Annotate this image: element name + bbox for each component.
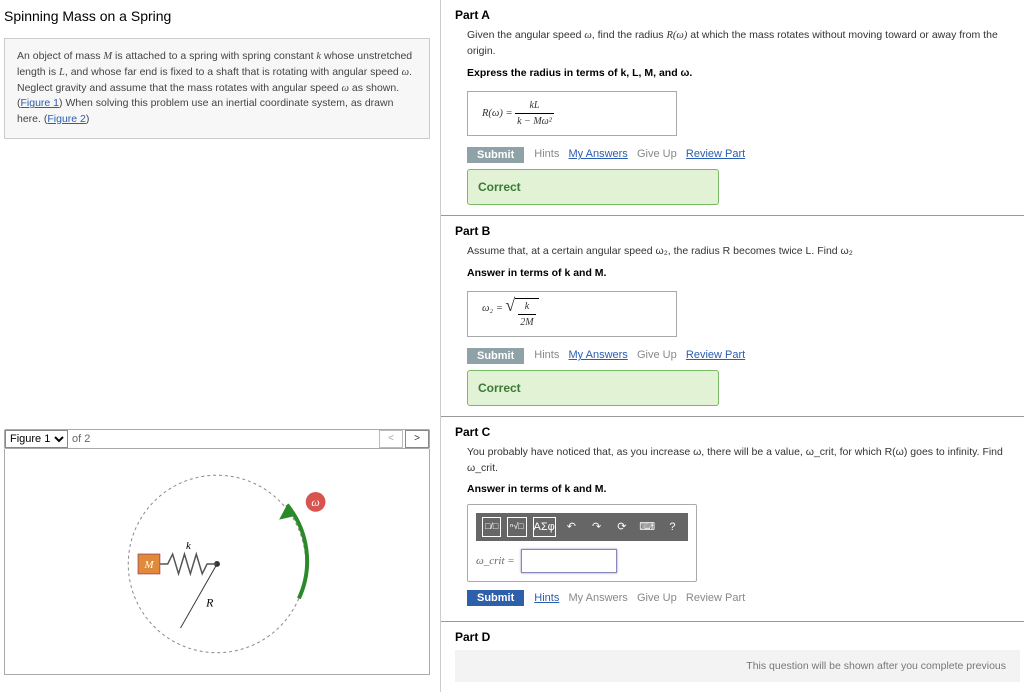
- figure-select[interactable]: Figure 1: [5, 430, 68, 448]
- figure-label-w: ω: [311, 495, 319, 509]
- part-c-label: Part C: [455, 425, 1020, 439]
- toolbar-help-button[interactable]: ?: [663, 517, 682, 537]
- figure-prev-button[interactable]: <: [379, 430, 403, 448]
- equation-toolbar: □/□ ⁿ√□ ΑΣφ ↶ ↷ ⟳ ⌨ ?: [476, 513, 688, 541]
- part-d-label: Part D: [455, 630, 1020, 644]
- toolbar-reset-button[interactable]: ⟳: [612, 517, 631, 537]
- part-b-correct: Correct: [467, 370, 719, 406]
- part-c-review-part[interactable]: Review Part: [686, 592, 745, 604]
- part-d-pending: This question will be shown after you co…: [455, 650, 1020, 682]
- toolbar-redo-button[interactable]: ↷: [587, 517, 606, 537]
- part-a-prompt: Given the angular speed ω, find the radi…: [467, 28, 1020, 60]
- figure-count: of 2: [72, 433, 90, 445]
- problem-description: An object of mass M is attached to a spr…: [4, 38, 430, 139]
- part-a-review-part[interactable]: Review Part: [686, 148, 745, 160]
- part-a-give-up[interactable]: Give Up: [637, 148, 677, 160]
- part-a-instruction: Express the radius in terms of k, L, M, …: [467, 66, 1020, 82]
- figure-2-link[interactable]: Figure 2: [47, 113, 86, 125]
- part-b-hints[interactable]: Hints: [534, 349, 559, 361]
- figure-label-M: M: [143, 559, 154, 571]
- toolbar-root-button[interactable]: ⁿ√□: [507, 517, 526, 537]
- figure-1-link[interactable]: Figure 1: [21, 97, 60, 109]
- part-c-field-label: ω_crit =: [476, 553, 515, 570]
- part-b-submit-button[interactable]: Submit: [467, 348, 524, 364]
- toolbar-keyboard-button[interactable]: ⌨: [638, 517, 657, 537]
- part-c-instruction: Answer in terms of k and M.: [467, 482, 1020, 498]
- part-b-prompt: Assume that, at a certain angular speed …: [467, 244, 1020, 260]
- part-c-give-up[interactable]: Give Up: [637, 592, 677, 604]
- part-b-answer: ω₂ = √k2M: [467, 291, 677, 337]
- figure-selector-bar: Figure 1 of 2 < >: [4, 429, 430, 449]
- page-title: Spinning Mass on a Spring: [4, 8, 430, 24]
- part-c-prompt: You probably have noticed that, as you i…: [467, 445, 1020, 477]
- part-c-input-area: □/□ ⁿ√□ ΑΣφ ↶ ↷ ⟳ ⌨ ? ω_crit =: [467, 504, 697, 582]
- part-a-hints[interactable]: Hints: [534, 148, 559, 160]
- figure-next-button[interactable]: >: [405, 430, 429, 448]
- toolbar-greek-button[interactable]: ΑΣφ: [533, 517, 556, 537]
- toolbar-undo-button[interactable]: ↶: [562, 517, 581, 537]
- part-b-label: Part B: [455, 224, 1020, 238]
- part-a-submit-button[interactable]: Submit: [467, 147, 524, 163]
- figure-canvas: M k R ω: [4, 449, 430, 675]
- part-b-my-answers[interactable]: My Answers: [569, 349, 628, 361]
- part-b-review-part[interactable]: Review Part: [686, 349, 745, 361]
- part-b-give-up[interactable]: Give Up: [637, 349, 677, 361]
- part-c-answer-input[interactable]: [521, 549, 617, 573]
- figure-label-k: k: [186, 540, 191, 552]
- toolbar-fraction-button[interactable]: □/□: [482, 517, 501, 537]
- part-a-label: Part A: [455, 8, 1020, 22]
- part-a-my-answers[interactable]: My Answers: [569, 148, 628, 160]
- part-a-correct: Correct: [467, 169, 719, 205]
- part-c-hints[interactable]: Hints: [534, 592, 559, 604]
- part-c-submit-button[interactable]: Submit: [467, 590, 524, 606]
- part-b-instruction: Answer in terms of k and M.: [467, 266, 1020, 282]
- figure-label-R: R: [205, 595, 214, 609]
- part-a-answer: R(ω) = kLk − Mω²: [467, 91, 677, 136]
- part-c-my-answers[interactable]: My Answers: [569, 592, 628, 604]
